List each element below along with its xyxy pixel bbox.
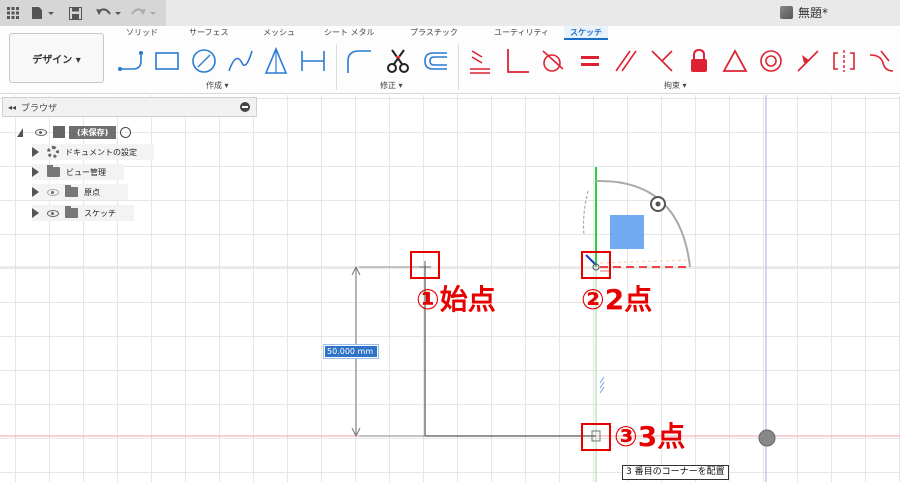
tab-sketch[interactable]: スケッチ <box>564 26 608 40</box>
expand-icon[interactable] <box>32 147 39 157</box>
browser-item-document-settings[interactable]: ドキュメントの設定 <box>32 144 154 160</box>
concentric-constraint-icon[interactable] <box>756 46 786 76</box>
cursor-tooltip: 3 番目のコーナーを配置 <box>622 465 729 480</box>
quick-access-toolbar <box>0 0 166 26</box>
hidden-eye-icon[interactable] <box>47 188 59 196</box>
collapse-icon[interactable]: ◂◂ <box>8 103 16 112</box>
tab-sheet-metal[interactable]: シート メタル <box>318 26 381 40</box>
fillet-tool-icon[interactable] <box>344 46 374 76</box>
rectangle-tool-icon[interactable] <box>152 46 182 76</box>
document-icon <box>780 6 793 19</box>
view-cube-face[interactable] <box>610 215 644 249</box>
redo-icon[interactable] <box>126 0 162 26</box>
root-item-label: (未保存) <box>69 125 117 139</box>
browser-item-label: スケッチ <box>84 208 116 218</box>
tab-plastic[interactable]: プラスチック <box>404 26 464 40</box>
tab-solid[interactable]: ソリッド <box>120 26 164 40</box>
triangle-constraint-icon[interactable] <box>720 46 750 76</box>
browser-item-label: ドキュメントの設定 <box>65 147 137 157</box>
folder-icon <box>65 185 78 197</box>
coincident-constraint-icon[interactable] <box>465 46 495 76</box>
curvature-constraint-icon[interactable] <box>866 46 896 76</box>
second-point-marker <box>581 251 611 279</box>
folder-icon <box>65 206 78 218</box>
component-icon <box>53 126 65 138</box>
trim-tool-icon[interactable] <box>383 46 413 76</box>
dimension-input[interactable]: 50.000 mm <box>323 344 379 359</box>
third-point-callout: ③3点 <box>614 420 686 453</box>
file-menu-icon[interactable] <box>26 0 60 26</box>
rotation-handle-dot <box>655 201 661 207</box>
create-group-label[interactable]: 作成 ▾ <box>206 80 229 91</box>
expand-icon[interactable] <box>32 187 39 197</box>
perpendicular-constraint-icon[interactable] <box>502 46 532 76</box>
polygon-tool-icon[interactable] <box>261 46 291 76</box>
browser-item-origin[interactable]: 原点 <box>32 184 128 200</box>
browser-item-named-views[interactable]: ビュー管理 <box>32 164 124 180</box>
tab-surface[interactable]: サーフェス <box>183 26 235 40</box>
visibility-eye-icon[interactable] <box>47 209 59 217</box>
rotation-arc-dashed <box>582 190 589 236</box>
minimize-icon[interactable] <box>240 102 250 112</box>
save-icon[interactable] <box>60 0 90 26</box>
document-title-text: 無題* <box>798 6 829 20</box>
browser-root-item[interactable]: (未保存) <box>17 124 147 140</box>
divider <box>458 44 459 90</box>
orange-guide <box>599 259 691 264</box>
origin-point[interactable] <box>758 429 776 447</box>
collinear-constraint-icon[interactable] <box>647 46 677 76</box>
line-tool-icon[interactable] <box>116 46 146 76</box>
constraints-group-label[interactable]: 拘束 ▾ <box>664 80 687 91</box>
top-bar: 無題* <box>0 0 900 26</box>
browser-item-sketches[interactable]: スケッチ <box>32 205 134 221</box>
dimension-value[interactable]: 50.000 mm <box>325 346 377 357</box>
app-grid-icon[interactable] <box>0 0 26 26</box>
divider <box>336 44 337 90</box>
activate-radio-icon[interactable] <box>120 126 132 138</box>
tangent-constraint-icon[interactable] <box>538 46 568 76</box>
visibility-eye-icon[interactable] <box>35 128 47 136</box>
browser-item-label: 原点 <box>84 187 100 197</box>
parallel-constraint-icon[interactable] <box>611 46 641 76</box>
browser-panel-header[interactable]: ◂◂ ブラウザ <box>2 97 257 117</box>
offset-tool-icon[interactable] <box>420 46 450 76</box>
folder-icon <box>47 165 60 177</box>
equal-constraint-icon[interactable] <box>575 46 605 76</box>
undo-icon[interactable] <box>90 0 126 26</box>
third-point-marker <box>581 423 611 451</box>
tab-utility[interactable]: ユーティリティ <box>488 26 555 40</box>
modify-group-label[interactable]: 修正 ▾ <box>380 80 403 91</box>
circle-tool-icon[interactable] <box>189 46 219 76</box>
start-point-callout: ①始点 <box>416 283 496 316</box>
tab-mesh[interactable]: メッシュ <box>257 26 301 40</box>
gear-icon <box>47 146 59 158</box>
constraint-glyph <box>599 376 605 394</box>
toolbar-ribbon: ソリッド サーフェス メッシュ シート メタル プラスチック ユーティリティ ス… <box>0 26 900 94</box>
expand-icon[interactable] <box>32 208 39 218</box>
fix-constraint-icon[interactable] <box>684 46 714 76</box>
second-point-callout: ②2点 <box>581 283 653 316</box>
browser-title: ブラウザ <box>21 103 58 114</box>
start-point-marker <box>410 251 440 279</box>
document-title: 無題* <box>780 4 828 21</box>
midpoint-constraint-icon[interactable] <box>793 46 823 76</box>
dimension-tool-icon[interactable] <box>298 46 328 76</box>
expand-icon[interactable] <box>17 127 23 137</box>
expand-icon[interactable] <box>32 167 39 177</box>
design-workspace-button[interactable]: デザイン ▾ <box>9 33 104 83</box>
symmetry-constraint-icon[interactable] <box>829 46 859 76</box>
browser-item-label: ビュー管理 <box>66 167 106 177</box>
arc-tool-icon[interactable] <box>225 46 255 76</box>
